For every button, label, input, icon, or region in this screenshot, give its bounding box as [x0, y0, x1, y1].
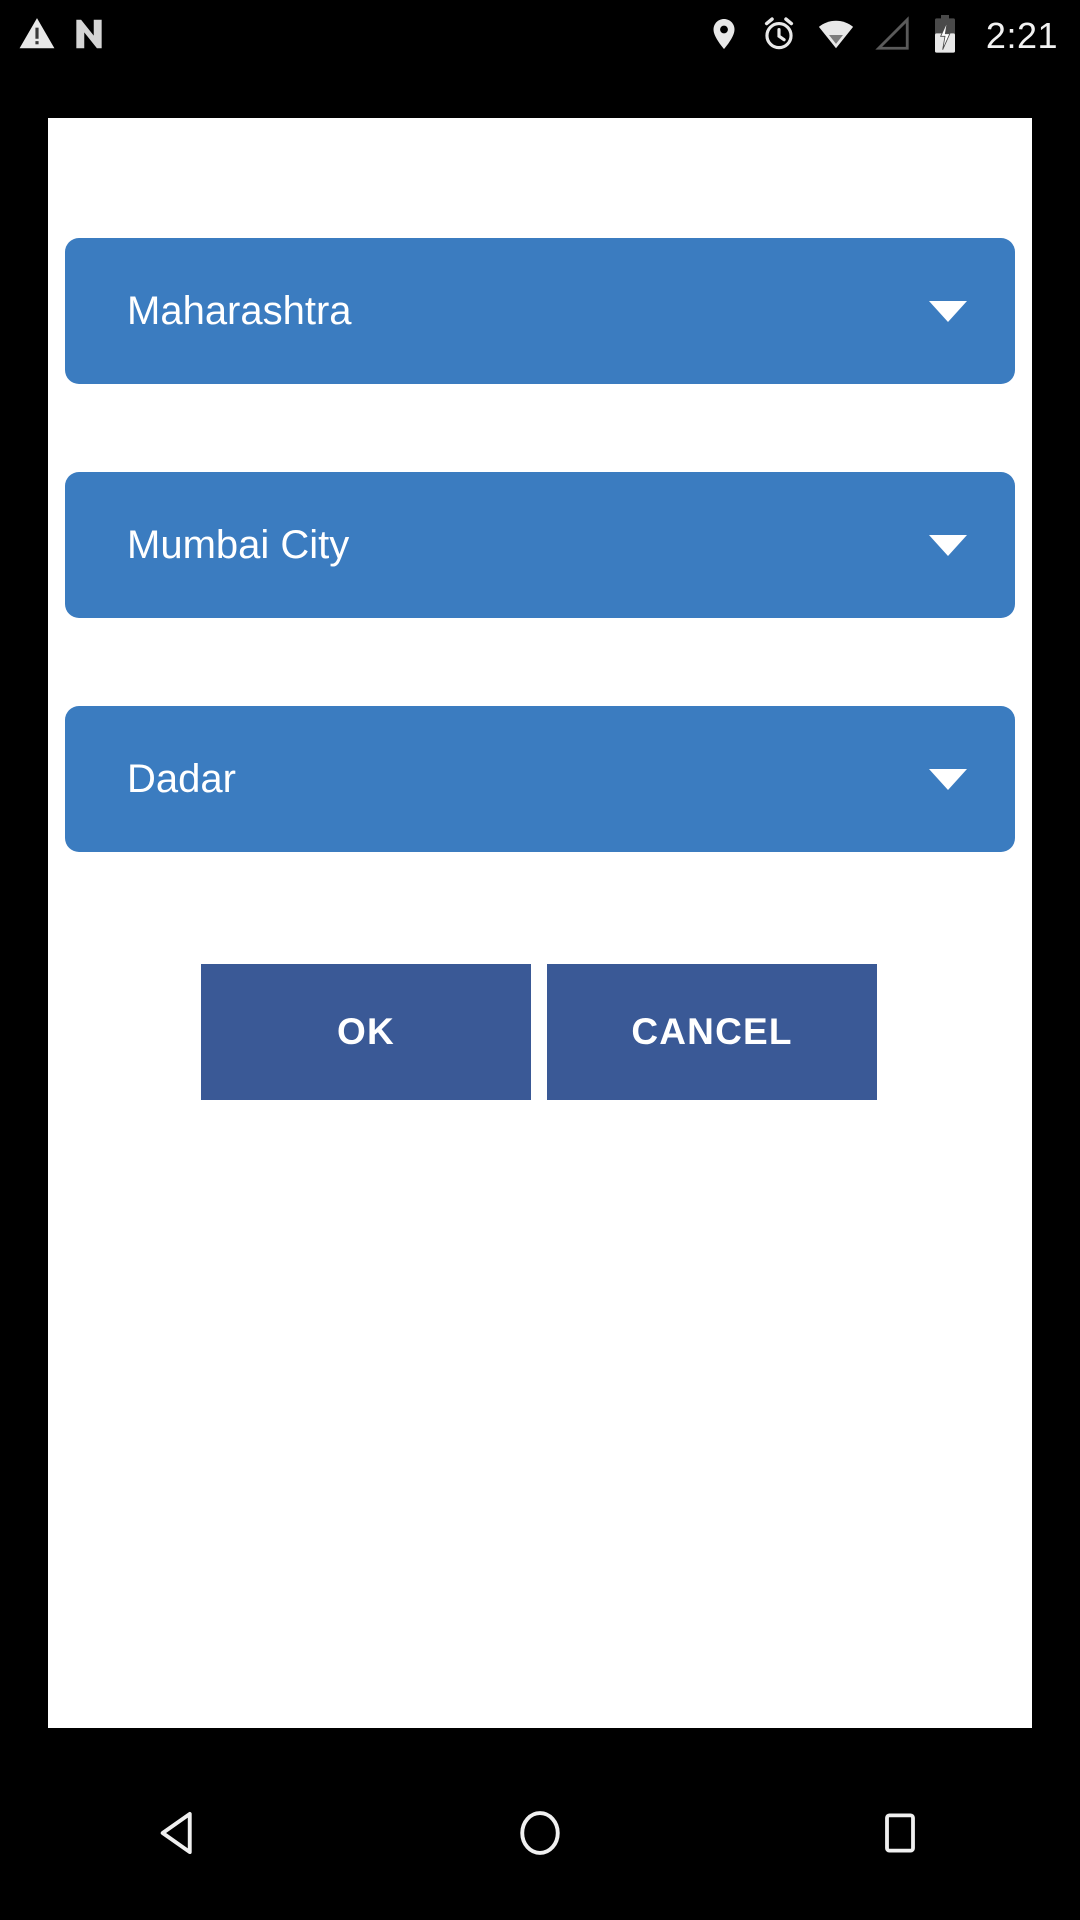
chevron-down-icon	[929, 534, 967, 556]
dialog-button-row: OK CANCEL	[201, 964, 877, 1100]
nexus-n-icon	[70, 15, 108, 58]
home-circle-icon	[514, 1807, 566, 1864]
area-spinner-value: Dadar	[127, 756, 236, 801]
state-spinner[interactable]: Maharashtra	[65, 238, 1015, 384]
status-bar-left-icons	[18, 15, 108, 58]
wifi-icon	[816, 15, 856, 58]
cellular-signal-icon	[874, 15, 912, 58]
status-bar-clock: 2:21	[985, 15, 1058, 56]
chevron-down-icon	[929, 300, 967, 322]
state-spinner-value: Maharashtra	[127, 288, 352, 333]
nav-recents-button[interactable]	[810, 1750, 990, 1920]
chevron-down-icon	[929, 768, 967, 790]
status-bar: 2:21	[0, 0, 1080, 72]
navigation-bar	[0, 1750, 1080, 1920]
warning-triangle-icon	[18, 15, 56, 58]
recents-square-icon	[876, 1809, 924, 1862]
ok-button[interactable]: OK	[201, 964, 531, 1100]
nav-home-button[interactable]	[450, 1750, 630, 1920]
area-spinner[interactable]: Dadar	[65, 706, 1015, 852]
back-triangle-icon	[154, 1807, 206, 1864]
cancel-button[interactable]: CANCEL	[547, 964, 877, 1100]
status-bar-right-icons: 2:21	[706, 14, 1058, 59]
dialog-card: Maharashtra Mumbai City Dadar OK CANCEL	[48, 118, 1032, 1728]
nav-back-button[interactable]	[90, 1750, 270, 1920]
district-spinner-value: Mumbai City	[127, 522, 350, 567]
location-pin-icon	[706, 16, 742, 57]
alarm-clock-icon	[760, 15, 798, 58]
district-spinner[interactable]: Mumbai City	[65, 472, 1015, 618]
phone-screen: 2:21 Maharashtra Mumbai City Dadar OK CA…	[0, 0, 1080, 1920]
battery-charging-icon	[930, 14, 960, 59]
